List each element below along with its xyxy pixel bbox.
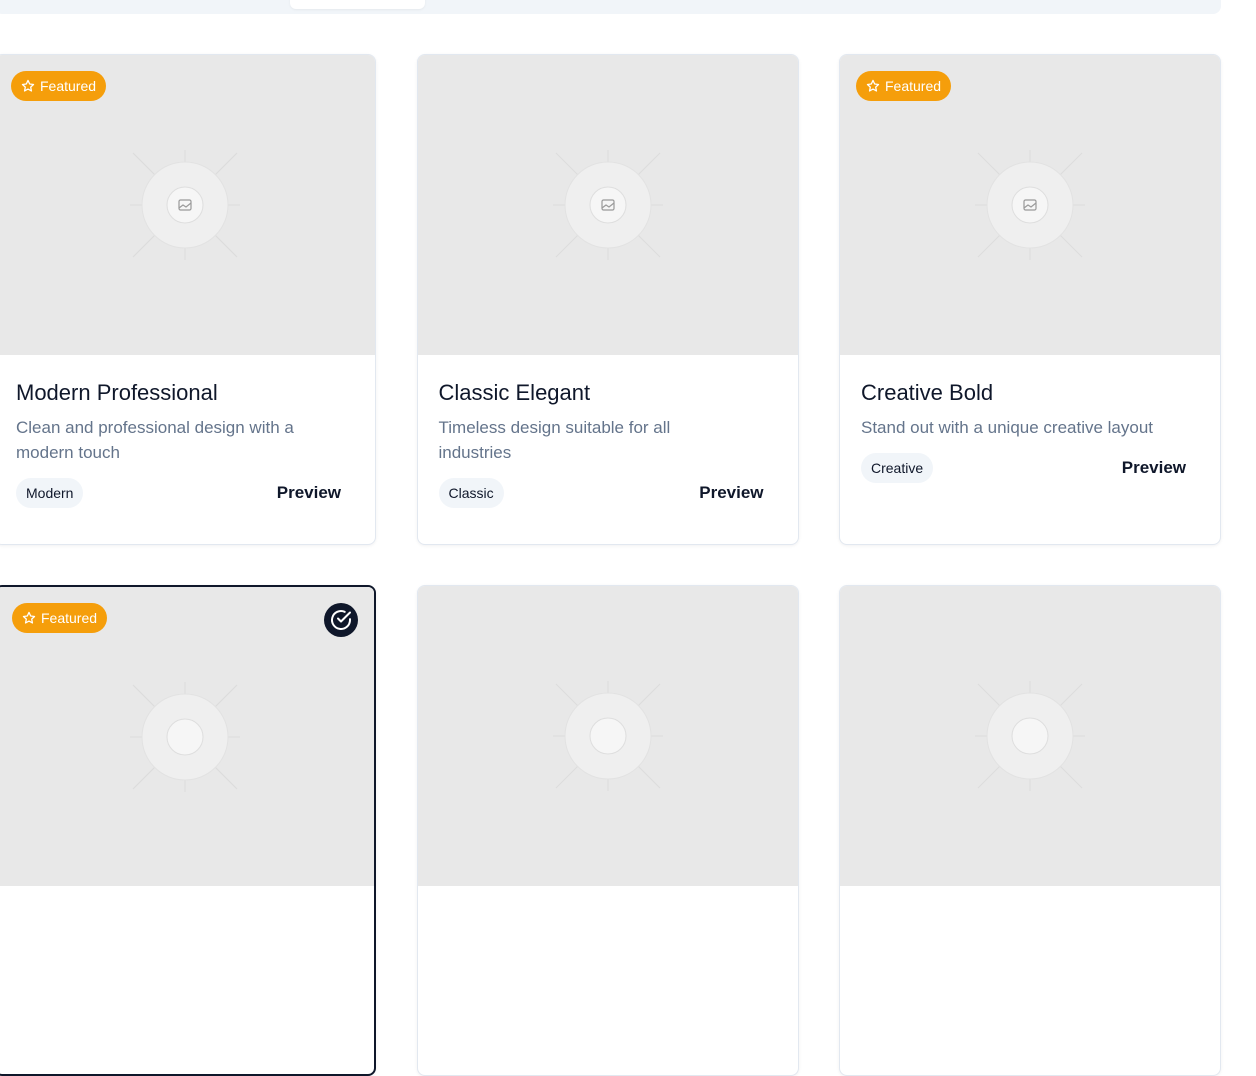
template-description: Clean and professional design with a mod… (16, 418, 294, 462)
template-thumbnail: Featured (0, 55, 375, 355)
featured-badge: Featured (856, 71, 952, 101)
template-description: Stand out with a unique creative layout (861, 418, 1154, 437)
star-icon (22, 611, 36, 624)
featured-badge: Featured (12, 603, 108, 633)
star-icon (866, 79, 880, 92)
template-card-selected[interactable]: Featured (0, 585, 376, 1076)
template-tag: Creative (861, 453, 934, 483)
template-tag: Modern (16, 478, 84, 508)
check-circle-icon (331, 610, 351, 630)
tab-active[interactable] (290, 0, 425, 9)
template-card-classic-elegant[interactable]: Classic Elegant Timeless design suitable… (416, 54, 799, 545)
template-thumbnail (417, 586, 798, 886)
image-placeholder-icon (975, 150, 1085, 260)
template-title: Creative Bold (861, 380, 994, 405)
preview-button[interactable]: Preview (277, 483, 341, 503)
preview-button[interactable]: Preview (1122, 458, 1186, 478)
template-tab-bar (0, 0, 1221, 14)
template-thumbnail: Featured (840, 55, 1220, 355)
image-placeholder-icon (552, 681, 663, 791)
template-card-modern-professional[interactable]: Featured Modern Professional Clean and p… (0, 54, 376, 545)
image-placeholder-icon (975, 681, 1085, 791)
preview-button[interactable]: Preview (699, 483, 763, 503)
featured-label: Featured (885, 78, 942, 94)
star-icon (21, 79, 35, 92)
image-placeholder-icon (552, 150, 663, 260)
image-placeholder-icon (130, 682, 240, 792)
featured-label: Featured (41, 610, 98, 626)
template-description: Timeless design suitable for all industr… (438, 418, 671, 462)
template-thumbnail (417, 55, 798, 355)
selected-indicator (324, 603, 358, 637)
template-tag: Classic (438, 478, 504, 508)
template-card-creative-bold[interactable]: Featured Creative Bold Stand out with a … (839, 54, 1221, 545)
template-card[interactable] (416, 585, 799, 1076)
template-card[interactable] (839, 585, 1221, 1076)
template-thumbnail: Featured (0, 587, 374, 886)
template-title: Modern Professional (16, 380, 218, 405)
image-placeholder-icon (130, 150, 240, 260)
featured-label: Featured (40, 78, 97, 94)
template-grid: Featured Modern Professional Clean and p… (0, 54, 1221, 1076)
template-title: Classic Elegant (438, 380, 591, 405)
featured-badge: Featured (11, 71, 107, 101)
template-thumbnail (840, 586, 1220, 886)
